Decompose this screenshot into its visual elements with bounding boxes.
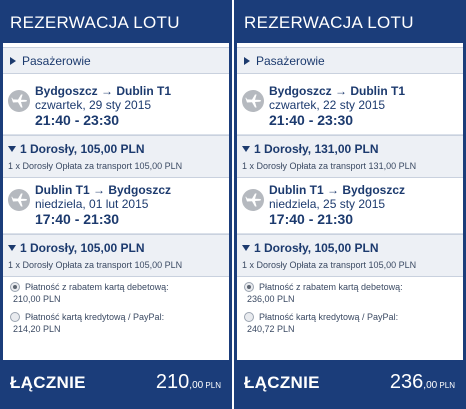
fare-detail: 1 x Dorosły Opłata za transport 105,00 P… — [242, 260, 417, 270]
flight-date: niedziela, 01 lut 2015 — [35, 197, 149, 211]
panel-title: REZERWACJA LOTU — [237, 3, 463, 43]
passengers-label: Pasażerowie — [256, 54, 325, 68]
triangle-down-icon — [242, 245, 250, 251]
payment-amount: 214,20 PLN — [13, 324, 61, 334]
panel-title: REZERWACJA LOTU — [3, 3, 229, 43]
payment-label: Płatność z rabatem kartą debetową: — [259, 282, 403, 292]
total-decimal: ,00 — [423, 380, 438, 391]
triangle-right-icon — [10, 57, 16, 65]
triangle-down-icon — [242, 146, 250, 152]
radio-selected[interactable] — [244, 282, 254, 292]
payment-option-debit[interactable]: Płatność z rabatem kartą debetową: 210,0… — [8, 281, 229, 305]
payment-option-credit[interactable]: Płatność kartą kredytową / PayPal: 240,7… — [242, 311, 463, 335]
flight-date: czwartek, 22 sty 2015 — [269, 98, 386, 112]
passengers-label: Pasażerowie — [22, 54, 91, 68]
flight-route: Dublin T1 → Bydgoszcz — [35, 183, 172, 197]
triangle-down-icon — [8, 146, 16, 152]
radio-unselected[interactable] — [244, 312, 254, 322]
passengers-toggle[interactable]: Pasażerowie — [3, 47, 229, 74]
fare-detail: 1 x Dorosły Opłata za transport 105,00 P… — [8, 260, 183, 270]
flight-time: 21:40 - 23:30 — [35, 112, 120, 128]
total-decimal: ,00 — [189, 380, 204, 391]
plane-icon — [242, 90, 264, 112]
payment-options: Płatność z rabatem kartą debetową: 236,0… — [237, 277, 463, 354]
radio-unselected[interactable] — [10, 312, 20, 322]
payment-amount: 236,00 PLN — [247, 294, 295, 304]
total-currency: PLN — [437, 381, 455, 390]
fare-title: 1 Dorosły, 131,00 PLN — [254, 142, 379, 156]
flight-outbound: Bydgoszcz → Dublin T1 czwartek, 22 sty 2… — [237, 79, 463, 135]
flight-date: czwartek, 29 sty 2015 — [35, 98, 152, 112]
total-bar: ŁĄCZNIE 236,00 PLN — [237, 360, 463, 406]
plane-icon — [242, 189, 264, 211]
flight-time: 21:40 - 23:30 — [269, 112, 354, 128]
payment-label: Płatność kartą kredytową / PayPal: — [259, 312, 399, 322]
payment-label: Płatność kartą kredytową / PayPal: — [25, 312, 165, 322]
flight-route: Dublin T1 → Bydgoszcz — [269, 183, 406, 197]
total-currency: PLN — [203, 381, 221, 390]
flight-time: 17:40 - 21:30 — [269, 211, 354, 227]
flight-route: Bydgoszcz → Dublin T1 — [269, 84, 406, 98]
flight-date: niedziela, 25 sty 2015 — [269, 197, 386, 211]
fare-title: 1 Dorosły, 105,00 PLN — [20, 241, 145, 255]
payment-option-credit[interactable]: Płatność kartą kredytową / PayPal: 214,2… — [8, 311, 229, 335]
triangle-right-icon — [244, 57, 250, 65]
total-integer: 236 — [389, 371, 424, 393]
total-bar: ŁĄCZNIE 210,00 PLN — [3, 360, 229, 406]
fare-toggle[interactable]: 1 Dorosły, 105,00 PLN — [242, 241, 379, 255]
booking-panel-1: REZERWACJA LOTU Pasażerowie Bydgoszcz → … — [0, 0, 232, 409]
fare-outbound: 1 Dorosły, 105,00 PLN 1 x Dorosły Opłata… — [3, 135, 229, 178]
total-label: ŁĄCZNIE — [10, 373, 86, 392]
fare-outbound: 1 Dorosły, 131,00 PLN 1 x Dorosły Opłata… — [237, 135, 463, 178]
fare-detail: 1 x Dorosły Opłata za transport 105,00 P… — [8, 161, 183, 171]
payment-label: Płatność z rabatem kartą debetową: — [25, 282, 169, 292]
flight-return: Dublin T1 → Bydgoszcz niedziela, 25 sty … — [237, 178, 463, 234]
fare-title: 1 Dorosły, 105,00 PLN — [20, 142, 145, 156]
payment-amount: 240,72 PLN — [247, 324, 295, 334]
fare-detail: 1 x Dorosły Opłata za transport 131,00 P… — [242, 161, 417, 171]
total-label: ŁĄCZNIE — [244, 373, 320, 392]
radio-selected[interactable] — [10, 282, 20, 292]
fare-toggle[interactable]: 1 Dorosły, 105,00 PLN — [8, 241, 145, 255]
flight-return: Dublin T1 → Bydgoszcz niedziela, 01 lut … — [3, 178, 229, 234]
fare-toggle[interactable]: 1 Dorosły, 131,00 PLN — [242, 142, 379, 156]
booking-panel-2: REZERWACJA LOTU Pasażerowie Bydgoszcz → … — [234, 0, 466, 409]
flight-time: 17:40 - 21:30 — [35, 211, 120, 227]
fare-title: 1 Dorosły, 105,00 PLN — [254, 241, 379, 255]
plane-icon — [8, 90, 30, 112]
fare-toggle[interactable]: 1 Dorosły, 105,00 PLN — [8, 142, 145, 156]
payment-option-debit[interactable]: Płatność z rabatem kartą debetową: 236,0… — [242, 281, 463, 305]
passengers-toggle[interactable]: Pasażerowie — [237, 47, 463, 74]
fare-return: 1 Dorosły, 105,00 PLN 1 x Dorosły Opłata… — [237, 234, 463, 277]
flight-route: Bydgoszcz → Dublin T1 — [35, 84, 172, 98]
total-amount: 210,00 PLN — [156, 371, 221, 394]
fare-return: 1 Dorosły, 105,00 PLN 1 x Dorosły Opłata… — [3, 234, 229, 277]
flight-outbound: Bydgoszcz → Dublin T1 czwartek, 29 sty 2… — [3, 79, 229, 135]
plane-icon — [8, 189, 30, 211]
payment-options: Płatność z rabatem kartą debetową: 210,0… — [3, 277, 229, 354]
total-integer: 210 — [155, 371, 190, 393]
triangle-down-icon — [8, 245, 16, 251]
payment-amount: 210,00 PLN — [13, 294, 61, 304]
total-amount: 236,00 PLN — [390, 371, 455, 394]
